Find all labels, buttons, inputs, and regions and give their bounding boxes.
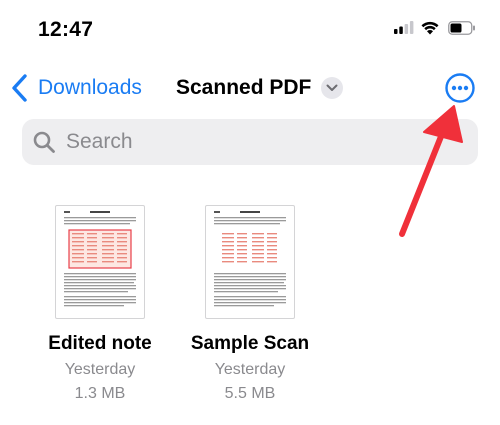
scanned-page-icon xyxy=(64,211,136,307)
scanned-page-icon xyxy=(214,211,286,307)
chevron-down-icon xyxy=(321,77,344,99)
file-size: 1.3 MB xyxy=(74,385,126,402)
cellular-signal-icon xyxy=(394,21,414,34)
search-bar[interactable] xyxy=(22,119,478,165)
chevron-left-icon xyxy=(12,74,27,102)
back-label: Downloads xyxy=(38,76,142,99)
battery-icon xyxy=(448,21,475,35)
document-thumbnail xyxy=(205,205,295,319)
file-date: Yesterday xyxy=(64,361,136,378)
folder-title-menu[interactable]: Scanned PDF xyxy=(176,72,344,104)
files-screen: 12:47 Downloads Scanned PDF Search Edite… xyxy=(0,0,500,425)
document-thumbnail xyxy=(55,205,145,319)
folder-title: Scanned PDF xyxy=(176,76,312,99)
file-size: 5.5 MB xyxy=(224,385,276,402)
navigation-bar: Downloads Scanned PDF xyxy=(0,62,500,114)
back-button[interactable]: Downloads xyxy=(10,72,142,104)
file-name: Sample Scan xyxy=(190,333,310,354)
file-name: Edited note xyxy=(48,333,152,354)
status-time: 12:47 xyxy=(38,18,94,41)
file-item-sample-scan[interactable]: Sample Scan Yesterday 5.5 MB xyxy=(180,205,320,403)
search-icon xyxy=(33,131,55,153)
wifi-icon xyxy=(421,21,439,35)
more-options-button[interactable] xyxy=(444,72,476,104)
status-bar: 12:47 xyxy=(0,0,500,56)
file-item-edited-note[interactable]: Edited note Yesterday 1.3 MB xyxy=(30,205,170,403)
file-date: Yesterday xyxy=(214,361,286,378)
search-input[interactable] xyxy=(64,129,448,155)
